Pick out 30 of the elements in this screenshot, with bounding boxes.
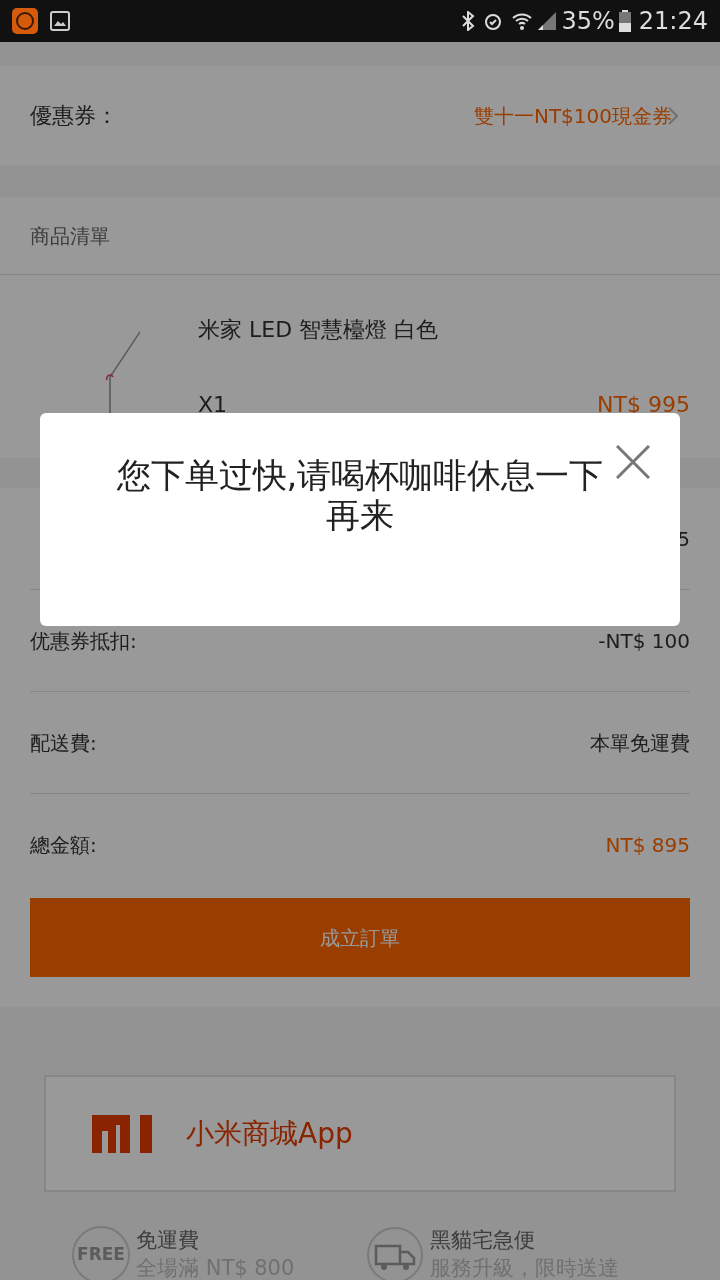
truck-icon: [366, 1226, 425, 1280]
app-banner[interactable]: 小米商城App: [44, 1075, 676, 1192]
app-icon: [12, 8, 38, 34]
battery-icon: [618, 10, 631, 32]
summary-label: 總金額:: [30, 832, 97, 859]
banner-title: 小米商城App: [186, 1115, 353, 1152]
summary-value: -NT$ 100: [598, 627, 690, 655]
product-price: NT$ 995: [597, 390, 690, 419]
product-name: 米家 LED 智慧檯燈 白色: [198, 315, 440, 344]
section-title: 商品清單: [30, 222, 110, 250]
image-icon: [50, 11, 70, 31]
signal-icon: [537, 11, 558, 31]
logo-icon: [92, 1114, 152, 1153]
coupon-label: 優惠券：: [30, 102, 118, 130]
summary-value: 本單免運費: [590, 729, 690, 757]
battery-percent: 35%: [561, 6, 615, 37]
coupon-value[interactable]: 雙十一NT$100現金券: [473, 100, 672, 131]
summary-value: NT$ 895: [605, 832, 690, 859]
summary-label: 优惠券抵扣:: [30, 627, 137, 655]
dialog-message: 您下单过快,请喝杯咖啡休息一下再来: [115, 455, 605, 535]
submit-order-button[interactable]: 成立訂單: [30, 898, 690, 977]
summary-label: 配送費:: [30, 729, 97, 757]
close-icon[interactable]: [616, 445, 650, 479]
feature-title: 黑貓宅急便: [430, 1227, 537, 1254]
bluetooth-icon: [461, 11, 476, 31]
wifi-icon: [511, 11, 534, 31]
clock: 21:24: [638, 6, 708, 37]
alarm-icon: [483, 11, 504, 31]
feature-title: 免運費: [136, 1227, 200, 1254]
product-quantity: X1: [198, 390, 228, 419]
